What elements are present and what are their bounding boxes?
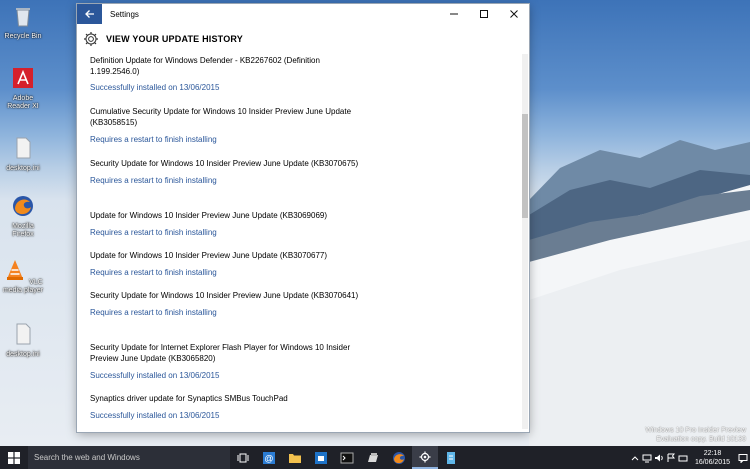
- edge-icon: @: [263, 451, 275, 464]
- page-title: VIEW YOUR UPDATE HISTORY: [106, 34, 243, 44]
- taskbar-command-prompt[interactable]: [334, 446, 360, 469]
- taskbar-edge[interactable]: @: [256, 446, 282, 469]
- notifications-button[interactable]: [736, 446, 750, 469]
- tray-volume[interactable]: [653, 446, 665, 469]
- firefox-icon: [393, 451, 405, 464]
- notepad-icon: [447, 451, 455, 464]
- store-icon: [315, 451, 327, 464]
- desktop-icon-recycle-bin[interactable]: Recycle Bin: [2, 4, 44, 41]
- search-placeholder: Search the web and Windows: [34, 453, 140, 462]
- system-tray: 22:18 16/06/2015: [629, 446, 750, 469]
- taskbar-firefox[interactable]: [386, 446, 412, 469]
- close-icon: [510, 10, 518, 18]
- update-history-list[interactable]: Definition Update for Windows Defender -…: [77, 54, 529, 432]
- update-item: Security Update for Windows 10 Insider P…: [90, 159, 360, 186]
- update-item: Update for Windows 10 Insider Preview Ju…: [90, 210, 360, 238]
- windows-watermark: Windows 10 Pro Insider Preview Evaluatio…: [645, 427, 746, 443]
- folder-icon: [289, 453, 301, 463]
- title-bar[interactable]: Settings: [77, 4, 529, 24]
- tray-language[interactable]: [677, 446, 689, 469]
- svg-text:@: @: [264, 453, 273, 463]
- task-view-button[interactable]: [230, 446, 256, 469]
- minimize-button[interactable]: [439, 4, 469, 24]
- taskbar-notepad[interactable]: [438, 446, 464, 469]
- update-item: Cumulative Security Update for Windows 1…: [90, 106, 360, 145]
- back-arrow-icon: [84, 10, 94, 18]
- windows-logo-icon: [8, 451, 20, 464]
- update-status-link[interactable]: Requires a restart to finish installing: [90, 267, 360, 278]
- maximize-button[interactable]: [469, 4, 499, 24]
- notification-icon: [738, 453, 748, 463]
- update-status-link[interactable]: Requires a restart to finish installing: [90, 307, 360, 318]
- search-box[interactable]: Search the web and Windows: [28, 446, 230, 469]
- adobe-reader-icon: [13, 68, 33, 88]
- taskbar: Search the web and Windows @ 22:18 16/06…: [0, 446, 750, 469]
- taskbar-file-explorer[interactable]: [282, 446, 308, 469]
- taskbar-settings[interactable]: [412, 446, 438, 469]
- keyboard-icon: [678, 455, 688, 461]
- taskbar-store[interactable]: [308, 446, 334, 469]
- update-status-link[interactable]: Successfully installed on 13/06/2015: [90, 370, 360, 381]
- scrollbar-track[interactable]: [522, 54, 528, 429]
- taskbar-clock[interactable]: 22:18 16/06/2015: [695, 449, 730, 467]
- back-button[interactable]: [77, 4, 102, 24]
- action-flag-icon: [667, 453, 675, 462]
- file-icon: [16, 137, 31, 159]
- maximize-icon: [480, 10, 488, 18]
- update-status-link[interactable]: Successfully installed on 13/06/2015: [90, 410, 360, 421]
- close-button[interactable]: [499, 4, 529, 24]
- gear-icon: [84, 32, 98, 46]
- update-item: Security Update for Windows 10 Insider P…: [90, 291, 360, 318]
- update-status-link[interactable]: Successfully installed on 13/06/2015: [90, 82, 360, 93]
- recycle-bin-icon: [16, 8, 30, 27]
- firefox-icon: [13, 196, 33, 216]
- page-header: VIEW YOUR UPDATE HISTORY: [77, 24, 529, 54]
- app-icon: [368, 452, 378, 462]
- settings-window: Settings VIEW YOUR UPDATE HISTORY Defini…: [77, 4, 529, 432]
- tray-flag[interactable]: [665, 446, 677, 469]
- minimize-icon: [450, 13, 458, 15]
- update-item: Security Update for Internet Explorer Fl…: [90, 342, 360, 381]
- tray-network[interactable]: [641, 446, 653, 469]
- desktop-icon-desktop-ini[interactable]: desktop.ini: [2, 136, 44, 173]
- update-status-link[interactable]: Requires a restart to finish installing: [90, 134, 360, 145]
- desktop-icon-vlc[interactable]: VLC media player: [2, 258, 44, 295]
- task-view-icon: [237, 453, 249, 462]
- update-status-link[interactable]: Requires a restart to finish installing: [90, 175, 360, 186]
- network-icon: [642, 454, 652, 462]
- file-icon: [16, 323, 31, 345]
- scrollbar-thumb[interactable]: [522, 114, 528, 218]
- desktop-icon-firefox[interactable]: Mozilla Firefox: [2, 194, 44, 239]
- chevron-up-icon: [631, 455, 639, 460]
- update-item: Synaptics driver update for Synaptics SM…: [90, 393, 360, 421]
- desktop-icon-adobe-reader[interactable]: Adobe Reader XI: [2, 66, 44, 111]
- desktop-icon-desktop-ini-2[interactable]: desktop.ini: [2, 322, 44, 359]
- update-item: Update for Windows 10 Insider Preview Ju…: [90, 250, 360, 278]
- terminal-icon: [340, 452, 354, 463]
- window-title: Settings: [110, 9, 139, 19]
- volume-icon: [654, 454, 663, 461]
- start-button[interactable]: [0, 446, 28, 469]
- vlc-icon: [7, 260, 24, 280]
- gear-icon: [419, 451, 431, 462]
- update-status-link[interactable]: Requires a restart to finish installing: [90, 227, 360, 238]
- taskbar-app[interactable]: [360, 446, 386, 469]
- update-item: Definition Update for Windows Defender -…: [90, 55, 360, 93]
- tray-overflow-button[interactable]: [629, 446, 641, 469]
